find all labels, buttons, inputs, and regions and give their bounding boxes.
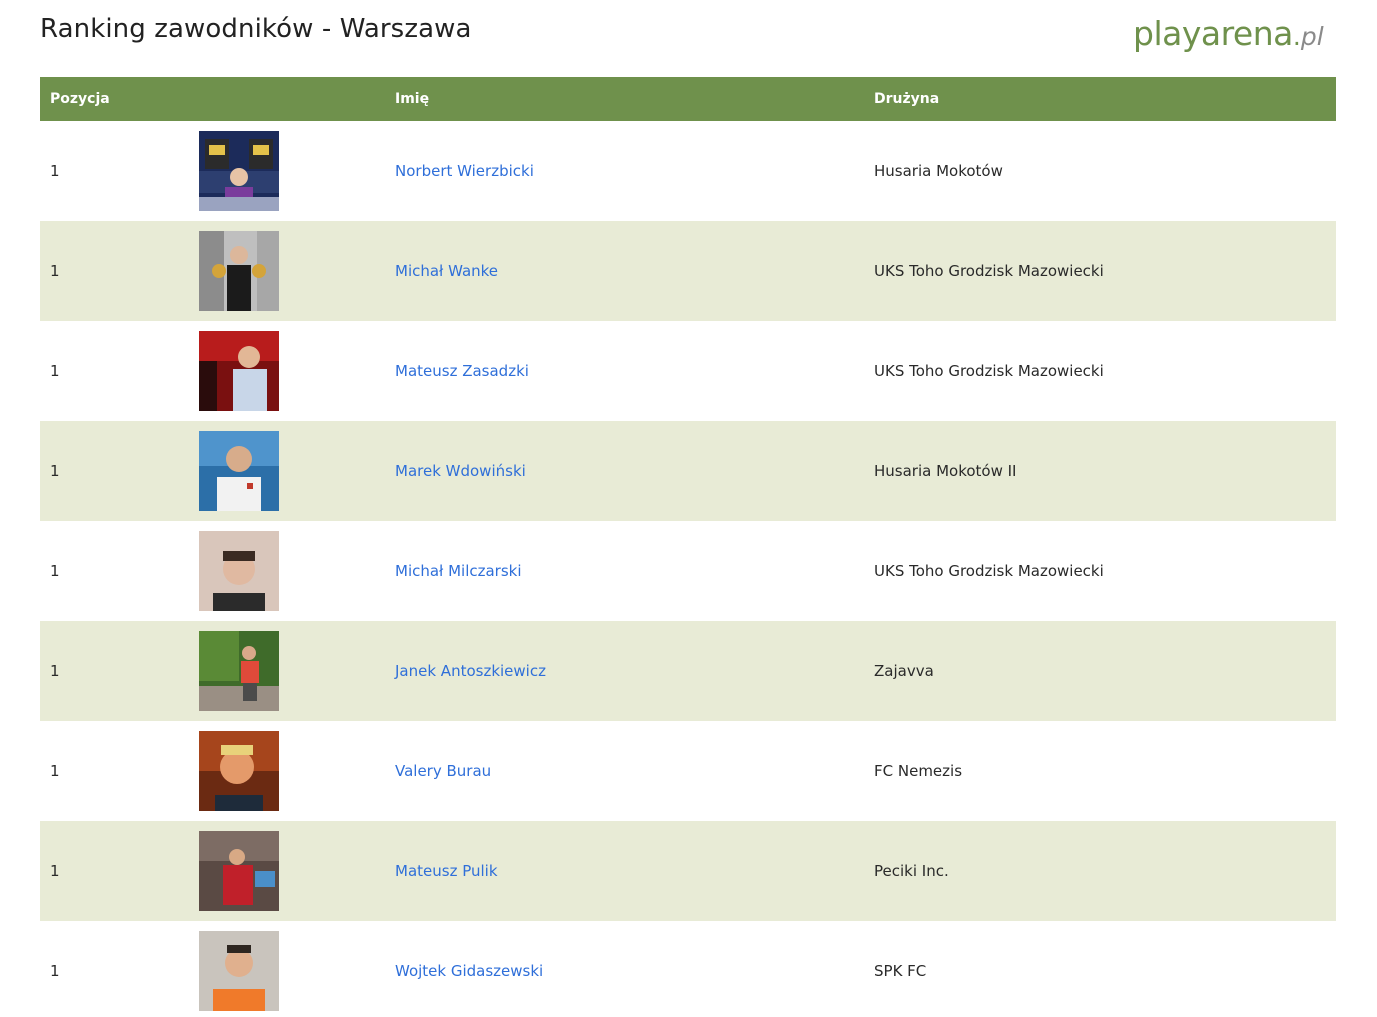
cell-name: Michał Wanke: [395, 221, 874, 321]
cell-team: Peciki Inc.: [874, 862, 949, 880]
table-row: 1 Valery Burau FC Nemezis: [40, 721, 1336, 821]
player-name-link[interactable]: Michał Milczarski: [395, 562, 522, 580]
cell-photo: [199, 221, 395, 321]
header-team: Drużyna: [874, 77, 1336, 121]
player-photo: [199, 831, 279, 911]
table-header-row: Pozycja Imię Drużyna: [40, 77, 1336, 121]
logo-tld-text: pl: [1300, 22, 1324, 51]
header-name: Imię: [395, 77, 874, 121]
cell-team: UKS Toho Grodzisk Mazowiecki: [874, 262, 1104, 280]
cell-photo: [199, 721, 395, 821]
logo-dot-text: .: [1292, 22, 1301, 51]
player-photo: [199, 731, 279, 811]
cell-position: 1: [50, 162, 60, 180]
logo-main-text: playarena: [1133, 14, 1293, 53]
cell-photo: [199, 921, 395, 1017]
cell-position: 1: [50, 562, 60, 580]
ranking-rows: 1 Norbert Wierzbicki Husaria Mokotów 1 M…: [40, 121, 1336, 1017]
player-name-link[interactable]: Marek Wdowiński: [395, 462, 526, 480]
cell-name: Mateusz Zasadzki: [395, 321, 874, 421]
cell-team: Husaria Mokotów: [874, 162, 1003, 180]
player-name-link[interactable]: Janek Antoszkiewicz: [395, 662, 546, 680]
cell-position: 1: [50, 262, 60, 280]
cell-name: Valery Burau: [395, 721, 874, 821]
page-title: Ranking zawodników - Warszawa: [40, 14, 472, 44]
cell-name: Mateusz Pulik: [395, 821, 874, 921]
player-photo: [199, 531, 279, 611]
cell-position: 1: [50, 462, 60, 480]
cell-photo: [199, 421, 395, 521]
cell-name: Norbert Wierzbicki: [395, 121, 874, 221]
playarena-logo[interactable]: playarena. pl: [1133, 14, 1324, 58]
table-row: 1 Michał Wanke UKS Toho Grodzisk Mazowie…: [40, 221, 1336, 321]
table-row: 1 Norbert Wierzbicki Husaria Mokotów: [40, 121, 1336, 221]
cell-team: Husaria Mokotów II: [874, 462, 1017, 480]
player-name-link[interactable]: Valery Burau: [395, 762, 491, 780]
cell-name: Marek Wdowiński: [395, 421, 874, 521]
ranking-table: Pozycja Imię Drużyna 1 Norbert Wierzbick…: [40, 77, 1336, 1017]
cell-position: 1: [50, 362, 60, 380]
player-name-link[interactable]: Michał Wanke: [395, 262, 498, 280]
player-photo: [199, 231, 279, 311]
cell-position: 1: [50, 762, 60, 780]
player-photo: [199, 931, 279, 1011]
cell-photo: [199, 521, 395, 621]
ranking-page: Ranking zawodników - Warszawa playarena.…: [0, 0, 1377, 1017]
header-photo: [199, 77, 395, 121]
table-row: 1 Wojtek Gidaszewski SPK FC: [40, 921, 1336, 1017]
cell-position: 1: [50, 662, 60, 680]
player-name-link[interactable]: Norbert Wierzbicki: [395, 162, 534, 180]
table-row: 1 Mateusz Pulik Peciki Inc.: [40, 821, 1336, 921]
player-photo: [199, 631, 279, 711]
table-row: 1 Michał Milczarski UKS Toho Grodzisk Ma…: [40, 521, 1336, 621]
table-row: 1 Mateusz Zasadzki UKS Toho Grodzisk Maz…: [40, 321, 1336, 421]
cell-name: Janek Antoszkiewicz: [395, 621, 874, 721]
cell-team: UKS Toho Grodzisk Mazowiecki: [874, 562, 1104, 580]
cell-photo: [199, 121, 395, 221]
cell-team: FC Nemezis: [874, 762, 963, 780]
cell-name: Wojtek Gidaszewski: [395, 921, 874, 1017]
cell-position: 1: [50, 962, 60, 980]
player-name-link[interactable]: Mateusz Zasadzki: [395, 362, 529, 380]
player-photo: [199, 331, 279, 411]
cell-team: SPK FC: [874, 962, 927, 980]
cell-photo: [199, 821, 395, 921]
player-name-link[interactable]: Wojtek Gidaszewski: [395, 962, 543, 980]
player-name-link[interactable]: Mateusz Pulik: [395, 862, 498, 880]
table-row: 1 Marek Wdowiński Husaria Mokotów II: [40, 421, 1336, 521]
cell-team: UKS Toho Grodzisk Mazowiecki: [874, 362, 1104, 380]
player-photo: [199, 431, 279, 511]
table-row: 1 Janek Antoszkiewicz Zajavva: [40, 621, 1336, 721]
cell-photo: [199, 621, 395, 721]
cell-photo: [199, 321, 395, 421]
cell-name: Michał Milczarski: [395, 521, 874, 621]
header-position: Pozycja: [40, 77, 199, 121]
cell-team: Zajavva: [874, 662, 934, 680]
cell-position: 1: [50, 862, 60, 880]
player-photo: [199, 131, 279, 211]
